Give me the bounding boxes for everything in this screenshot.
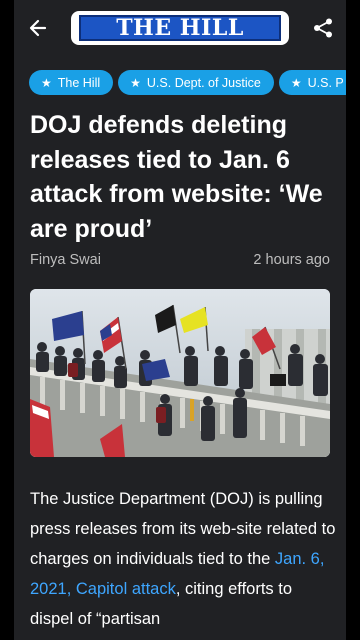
byline: Finya Swai 2 hours ago — [30, 252, 330, 272]
author-name[interactable]: Finya Swai — [30, 252, 101, 268]
capitol-crowd-photo — [30, 289, 330, 457]
star-icon: ★ — [290, 75, 302, 90]
tag-us-dept-of-justice[interactable]: ★ U.S. Dept. of Justice — [118, 70, 274, 95]
tag-label: U.S. Dept. of Justice — [146, 75, 261, 90]
back-button[interactable] — [24, 14, 52, 42]
article-title: DOJ defends deleting releases tied to Ja… — [30, 111, 323, 243]
share-icon — [314, 18, 332, 38]
star-icon: ★ — [130, 75, 141, 90]
star-icon: ★ — [41, 75, 52, 90]
tag-label: The Hill — [57, 75, 101, 90]
app-screen: THE HILL ★ The Hill ★ U.S. Dept. of Just… — [14, 0, 346, 640]
tag-the-hill[interactable]: ★ The Hill — [29, 70, 114, 95]
publication-logo[interactable]: THE HILL — [71, 11, 289, 45]
article-photo[interactable] — [30, 289, 330, 457]
share-button[interactable] — [310, 15, 336, 41]
tag-label: U.S. P — [307, 75, 344, 90]
tag-us-p[interactable]: ★ U.S. P — [278, 70, 346, 95]
topic-tags: ★ The Hill ★ U.S. Dept. of Justice ★ U.S… — [29, 70, 346, 96]
article-body: The Justice Department (DOJ) is pulling … — [30, 484, 336, 634]
logo-text: THE HILL — [79, 15, 281, 41]
arrow-left-icon — [29, 19, 47, 37]
top-bar: THE HILL — [14, 0, 346, 56]
publish-time: 2 hours ago — [253, 252, 330, 268]
